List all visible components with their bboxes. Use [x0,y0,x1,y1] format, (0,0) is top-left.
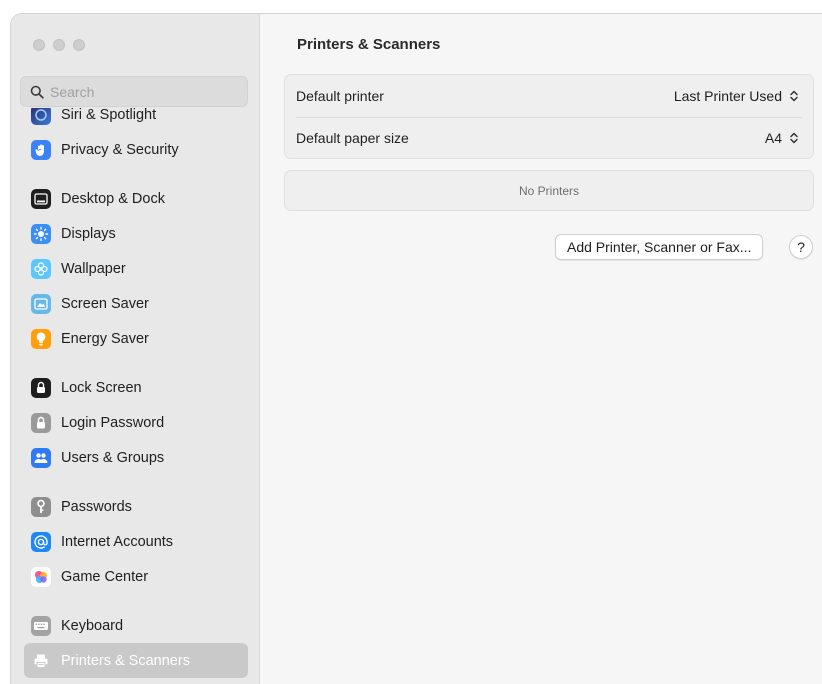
search-field[interactable] [20,76,248,107]
sidebar-item-label: Displays [61,225,116,242]
sidebar-item-keyboard[interactable]: Keyboard [24,608,248,643]
sidebar-item-login-password[interactable]: Login Password [24,405,248,440]
sidebar-item-label: Lock Screen [61,379,142,396]
page-title: Printers & Scanners [297,36,441,53]
sidebar-item-label: Wallpaper [61,260,126,277]
sidebar-item-internet-accounts[interactable]: Internet Accounts [24,524,248,559]
keyboard-icon [31,615,51,636]
sidebar-item-label: Screen Saver [61,295,149,312]
game-center-icon [31,566,51,587]
sidebar-item-label: Energy Saver [61,330,149,347]
sidebar: Siri & Spotlight Privacy & Security Desk… [11,14,260,684]
sidebar-item-label: Internet Accounts [61,533,174,550]
sidebar-item-label: Login Password [61,414,165,431]
sidebar-item-label: Users & Groups [61,449,165,466]
flower-icon [31,258,51,279]
dock-icon [31,188,51,209]
bulb-icon [31,328,51,349]
users-icon [31,447,51,468]
default-printer-value: Last Printer Used [673,88,782,104]
sidebar-item-label: Desktop & Dock [61,190,165,207]
at-icon [31,531,51,552]
sidebar-item-users-groups[interactable]: Users & Groups [24,440,248,475]
sidebar-item-label: Game Center [61,568,149,585]
sidebar-item-label: Printers & Scanners [61,652,190,669]
help-button[interactable]: ? [789,235,813,259]
sidebar-item-screen-saver[interactable]: Screen Saver [24,286,248,321]
sidebar-item-label: Siri & Spotlight [61,108,157,123]
main-content: Printers & Scanners Default printer Last… [261,14,822,684]
screen-saver-icon [31,293,51,314]
minimize-window-button[interactable] [53,39,65,51]
sidebar-list: Siri & Spotlight Privacy & Security Desk… [11,108,260,684]
key-icon [31,496,51,517]
sidebar-item-label: Privacy & Security [61,141,179,158]
sidebar-item-siri-spotlight[interactable]: Siri & Spotlight [24,108,248,132]
updown-chevron-icon [787,130,801,146]
add-printer-button[interactable]: Add Printer, Scanner or Fax... [555,234,764,260]
sidebar-item-label: Keyboard [61,617,124,634]
sidebar-item-displays[interactable]: Displays [24,216,248,251]
sidebar-item-privacy-security[interactable]: Privacy & Security [24,132,248,167]
sidebar-item-desktop-dock[interactable]: Desktop & Dock [24,181,248,216]
sidebar-item-passwords[interactable]: Passwords [24,489,248,524]
default-printer-popup[interactable]: Last Printer Used [674,88,801,104]
settings-window: Siri & Spotlight Privacy & Security Desk… [10,13,822,684]
default-paper-size-value: A4 [764,130,782,146]
updown-chevron-icon [787,88,801,104]
zoom-window-button[interactable] [73,39,85,51]
sidebar-item-printers-scanners[interactable]: Printers & Scanners [24,643,248,678]
defaults-settings-group: Default printer Last Printer Used Defaul… [284,74,814,159]
lock-icon [31,377,51,398]
padlock-icon [31,412,51,433]
default-paper-size-label: Default paper size [296,130,409,146]
sidebar-item-wallpaper[interactable]: Wallpaper [24,251,248,286]
search-input[interactable] [50,83,230,100]
default-paper-size-row: Default paper size A4 [285,117,813,159]
sidebar-item-label: Passwords [61,498,132,515]
empty-state-text: No Printers [518,183,580,198]
search-icon [30,85,44,99]
sidebar-item-lock-screen[interactable]: Lock Screen [24,370,248,405]
sun-icon [31,223,51,244]
default-paper-size-popup[interactable]: A4 [765,130,801,146]
default-printer-label: Default printer [296,88,384,104]
printers-list-empty: No Printers [284,170,814,211]
printer-icon [31,651,51,671]
default-printer-row: Default printer Last Printer Used [285,75,813,117]
sidebar-item-game-center[interactable]: Game Center [24,559,248,594]
siri-icon [31,108,51,125]
close-window-button[interactable] [33,39,45,51]
sidebar-item-energy-saver[interactable]: Energy Saver [24,321,248,356]
hand-icon [31,139,51,160]
window-controls [33,39,85,51]
